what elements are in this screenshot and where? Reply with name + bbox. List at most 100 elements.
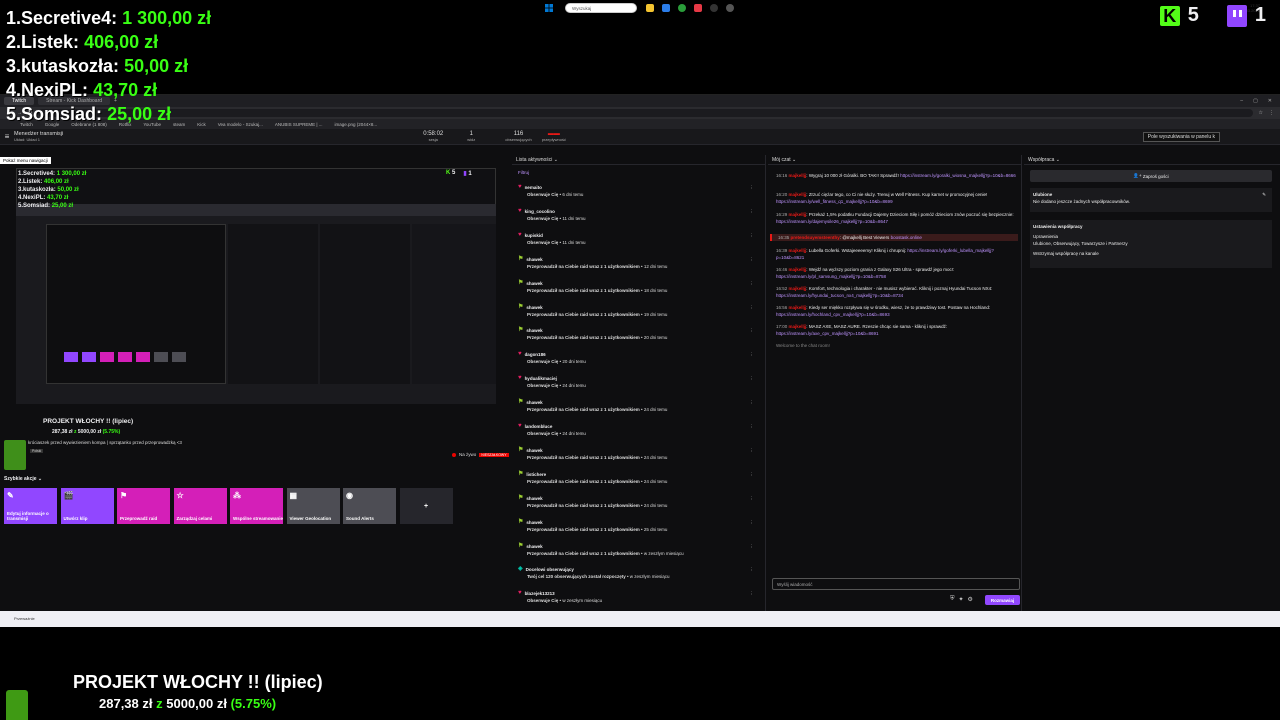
activity-item[interactable]: ⚑ shawek Przeprowadził na Ciebie raid wraz…: [518, 495, 762, 509]
taskbar-search[interactable]: Wyszukaj: [565, 3, 637, 13]
chat-username[interactable]: majkelljj: [789, 324, 807, 329]
quick-action-button[interactable]: ◉ Sound Alerts: [343, 488, 396, 524]
more-icon[interactable]: ⋮: [750, 399, 755, 406]
chrome-icon[interactable]: [678, 4, 686, 12]
chat-tools: ⛨ ✦ ⚙: [950, 596, 973, 603]
more-icon[interactable]: ⋮: [750, 280, 755, 287]
invite-guests-button[interactable]: 👤+ Zaproś gości: [1030, 170, 1272, 182]
app-icon[interactable]: [694, 4, 702, 12]
more-icon[interactable]: ⋮: [750, 566, 755, 573]
activity-item[interactable]: ⚑ shawek Przeprowadził na Ciebie raid wraz…: [518, 543, 762, 557]
more-icon[interactable]: ⋮: [750, 495, 755, 502]
activity-user: shawek: [526, 543, 543, 549]
quick-action-button[interactable]: ⁂ Wspólne streamowanie: [230, 488, 283, 524]
more-icon[interactable]: ⋮: [750, 375, 755, 382]
activity-item[interactable]: ♥ blazejek13213 Obserwuje Cię • w zeszłym …: [518, 590, 762, 604]
more-icon[interactable]: ⋮: [750, 208, 755, 215]
stream-description[interactable]: króciaszek przed wywiezieniem kompa | sp…: [28, 440, 182, 445]
chat-link[interactable]: https://instream.ly/goralki_wiosna_majke…: [900, 173, 1016, 178]
extensions-icon[interactable]: ⋮: [1269, 110, 1274, 116]
activity-filter[interactable]: Filtruj: [518, 170, 529, 175]
windows-start-icon[interactable]: [545, 4, 553, 12]
chat-username[interactable]: majkelljj: [789, 192, 807, 197]
activity-desc: Obserwuje Cię: [527, 215, 559, 221]
more-icon[interactable]: ⋮: [750, 232, 755, 239]
chat-username[interactable]: pretendsuyemsteenthy: [791, 235, 840, 240]
quick-action-button[interactable]: 🎬 Utwórz klip: [60, 488, 114, 524]
chat-username[interactable]: majkelljj: [789, 286, 807, 291]
more-icon[interactable]: ⋮: [750, 471, 755, 478]
quick-actions-title[interactable]: Szybkie akcje ⌄: [4, 476, 42, 482]
chat-link[interactable]: https://instream.ly/dajemysile26_majkell…: [776, 219, 888, 224]
chat-link[interactable]: https://instream.ly/well_fitness_q1_majk…: [776, 199, 893, 204]
more-icon[interactable]: ⋮: [750, 327, 755, 334]
more-icon[interactable]: ⋮: [750, 543, 755, 550]
activity-item[interactable]: ♥ landombluce Obserwuje Cię • 24 dni temu ⋮: [518, 423, 762, 437]
folder-icon[interactable]: [646, 4, 654, 12]
channel-avatar[interactable]: [4, 440, 26, 470]
quick-action-button[interactable]: ✎ Edytuj informacje o transmisji: [4, 488, 57, 524]
language-tag[interactable]: Polski: [30, 449, 44, 453]
quick-action-button[interactable]: ⚑ Przeprowadź raid: [117, 488, 170, 524]
more-icon[interactable]: ⋮: [750, 184, 755, 191]
activity-item[interactable]: ⚑ shawek Przeprowadził na Ciebie raid wraz…: [518, 447, 762, 461]
more-icon[interactable]: ⋮: [750, 256, 755, 263]
address-input[interactable]: [38, 109, 1253, 117]
star-icon[interactable]: ☆: [1259, 110, 1263, 116]
activity-item[interactable]: ◈ Docelowi obserwujący Twój cel 120 obserw…: [518, 566, 762, 580]
chat-link[interactable]: https://instream.ly/hochland_cpv_majkell…: [776, 312, 890, 317]
chat-username[interactable]: majkelljj: [789, 212, 807, 217]
more-icon[interactable]: ⋮: [750, 519, 755, 526]
close-icon[interactable]: ✕: [1268, 98, 1272, 104]
bookmark-item[interactable]: image.png (2044×8...: [335, 122, 378, 127]
shield-icon[interactable]: ⛨: [950, 596, 955, 603]
chat-username[interactable]: majkelljj: [789, 173, 807, 178]
panel-search-input[interactable]: Pole wyszukiwania w panelu k: [1142, 131, 1220, 142]
edit-icon[interactable]: ✎: [1262, 191, 1266, 198]
activity-item[interactable]: ⚑ shawek Przeprowadził na Ciebie raid wraz…: [518, 304, 762, 318]
more-icon[interactable]: ⋮: [750, 423, 755, 430]
app-icon[interactable]: [726, 4, 734, 12]
minimize-icon[interactable]: –: [1240, 98, 1243, 104]
permissions-row[interactable]: Uprawnienia Ulubione, Obserwujący, Towar…: [1033, 233, 1269, 247]
activity-item[interactable]: ⚑ shawek Przeprowadził na Ciebie raid wraz…: [518, 399, 762, 413]
more-icon[interactable]: ⋮: [750, 304, 755, 311]
activity-item[interactable]: ♥ dagon186 Obserwuje Cię • 20 dni temu ⋮: [518, 351, 762, 365]
chat-link[interactable]: https://instream.ly/pl_samsung_majkelljj…: [776, 274, 886, 279]
chat-username[interactable]: majkelljj: [789, 305, 807, 310]
menu-icon[interactable]: ≡: [0, 132, 14, 141]
chat-send-button[interactable]: Rozmawiaj: [985, 595, 1020, 605]
activity-item[interactable]: ♥ king_cocolino Obserwuje Cię • 11 dni tem…: [518, 208, 762, 222]
more-icon[interactable]: ⋮: [750, 351, 755, 358]
more-icon[interactable]: ⋮: [750, 447, 755, 454]
app-icon[interactable]: [662, 4, 670, 12]
activity-header[interactable]: Lista aktywności ⌄: [512, 155, 765, 165]
weather-widget[interactable]: Przeważnie: [14, 616, 35, 621]
activity-item[interactable]: ⚑ listichere Przeprowadził na Ciebie raid …: [518, 471, 762, 485]
chat-link[interactable]: boostask.online: [891, 235, 922, 240]
activity-item[interactable]: ⚑ shawek Przeprowadził na Ciebie raid wraz…: [518, 280, 762, 294]
quick-action-button[interactable]: ☆ Zarządzaj celami: [173, 488, 227, 524]
chat-link[interactable]: https://instream.ly/axe_cpv_majkelljj?p=…: [776, 331, 879, 336]
chat-username[interactable]: majkelljj: [789, 267, 807, 272]
quick-action-button[interactable]: ▦ Viewer Geolocation: [286, 488, 340, 524]
activity-item[interactable]: ⚑ shawek Przeprowadził na Ciebie raid wraz…: [518, 519, 762, 533]
chat-link[interactable]: https://instream.ly/hyundai_tucson_nx4_m…: [776, 293, 903, 298]
points-icon[interactable]: ✦: [959, 596, 964, 603]
more-icon[interactable]: ⋮: [750, 590, 755, 597]
maximize-icon[interactable]: ▢: [1253, 98, 1258, 104]
chat-username[interactable]: majkelljj: [789, 248, 807, 253]
quick-action-button[interactable]: +: [399, 488, 453, 524]
pause-collab-row[interactable]: Wstrzymaj współpracę na kanale: [1033, 250, 1269, 257]
bookmark-item[interactable]: Vea modelo - Szukaj...: [218, 122, 263, 127]
obs-icon[interactable]: [710, 4, 718, 12]
activity-item[interactable]: ♥ hydualikmaciej Obserwuje Cię • 24 dni te…: [518, 375, 762, 389]
activity-item[interactable]: ⚑ shawek Przeprowadził na Ciebie raid wraz…: [518, 327, 762, 341]
activity-item[interactable]: ⚑ shawek Przeprowadził na Ciebie raid wraz…: [518, 256, 762, 270]
activity-item[interactable]: ♥ nemaito Obserwuje Cię • 6 dni temu ⋮: [518, 184, 762, 198]
bookmark-item[interactable]: ANUBIS SUPREME | ...: [275, 122, 323, 127]
quick-action-icon: ☆: [176, 491, 184, 500]
chat-input[interactable]: Wyślij wiadomość: [772, 578, 1020, 590]
activity-item[interactable]: ♥ kupiskid Obserwuje Cię • 11 dni temu ⋮: [518, 232, 762, 246]
settings-icon[interactable]: ⚙: [968, 596, 973, 603]
